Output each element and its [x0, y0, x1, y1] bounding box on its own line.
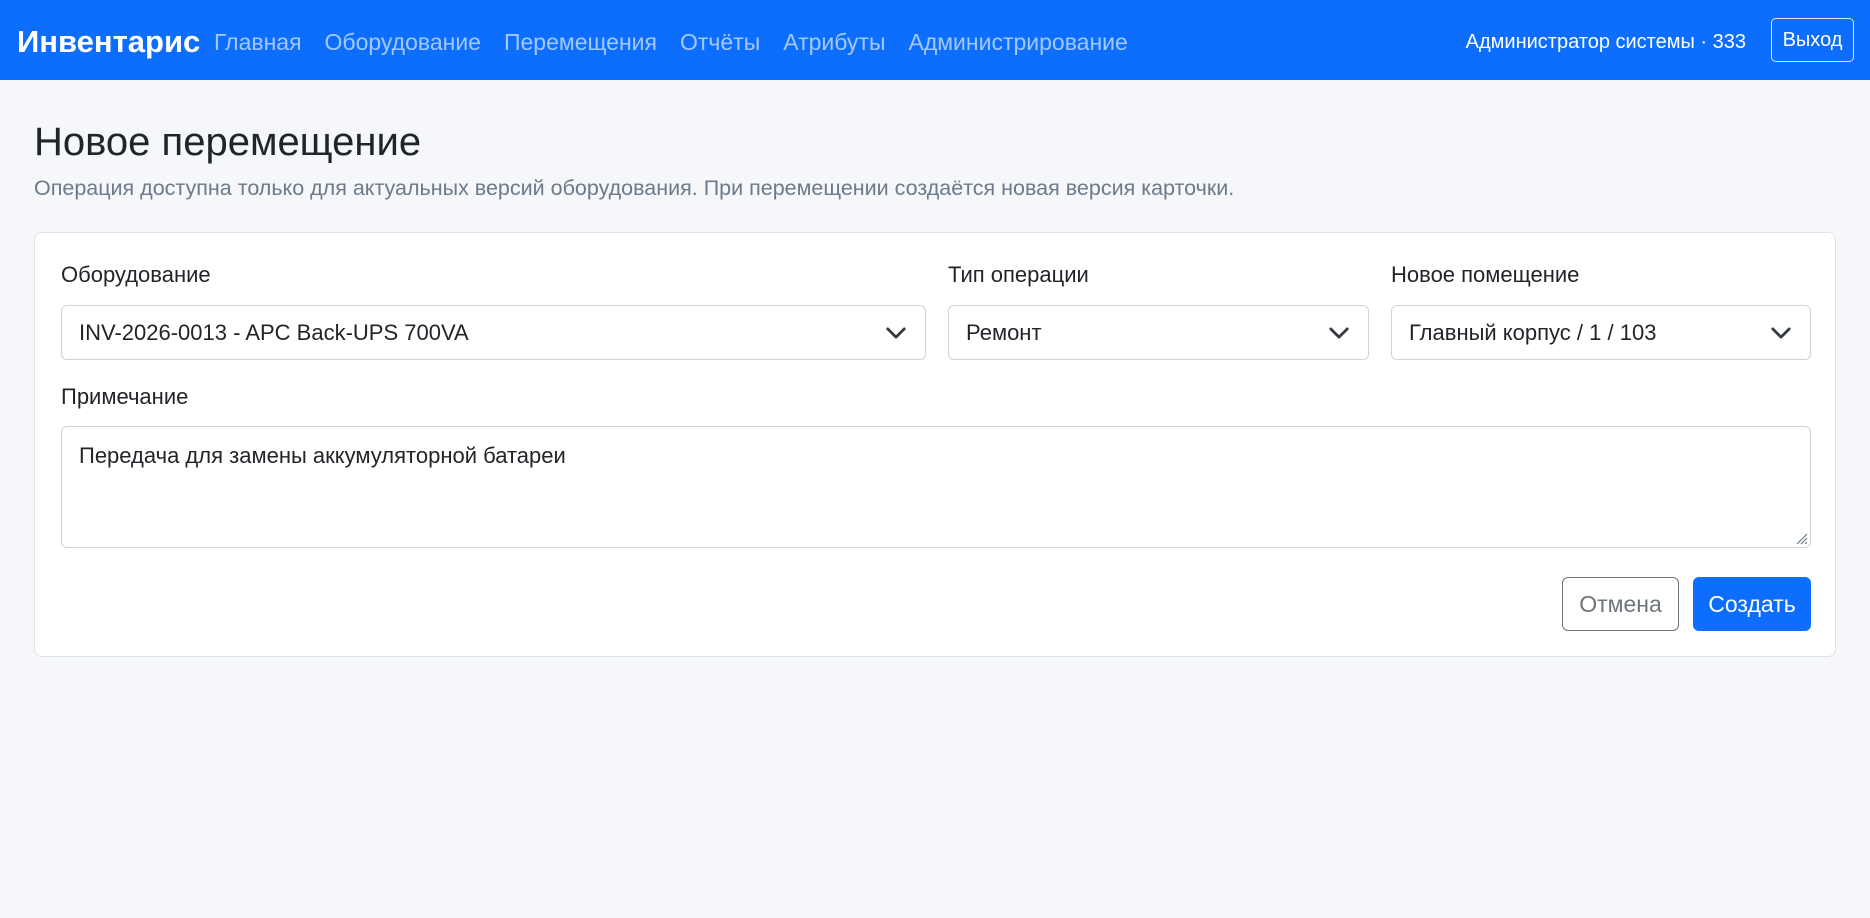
new-room-select[interactable]: Главный корпус / 1 / 103	[1391, 305, 1811, 360]
nav-link-reports[interactable]: Отчёты	[680, 24, 760, 60]
chevron-down-icon	[1329, 327, 1349, 339]
page-title: Новое перемещение	[34, 120, 422, 164]
equipment-select-value: INV-2026-0013 - APC Back-UPS 700VA	[79, 319, 469, 345]
brand-logo[interactable]: Инвентарис	[17, 22, 200, 62]
operation-type-label: Тип операции	[948, 262, 1089, 287]
chevron-down-icon	[1771, 327, 1791, 339]
create-button[interactable]: Создать	[1693, 577, 1811, 631]
nav-link-administration[interactable]: Администрирование	[908, 24, 1127, 60]
new-room-label: Новое помещение	[1391, 262, 1580, 287]
page-subtitle: Операция доступна только для актуальных …	[34, 176, 1235, 200]
chevron-down-icon	[886, 327, 906, 339]
operation-type-select[interactable]: Ремонт	[948, 305, 1369, 360]
nav-link-attributes[interactable]: Атрибуты	[783, 24, 885, 60]
equipment-select[interactable]: INV-2026-0013 - APC Back-UPS 700VA	[61, 305, 926, 360]
note-textarea[interactable]: Передача для замены аккумуляторной батар…	[61, 426, 1811, 548]
nav-link-transfers[interactable]: Перемещения	[504, 24, 657, 60]
cancel-button[interactable]: Отмена	[1562, 577, 1679, 631]
top-navbar: Инвентарис Главная Оборудование Перемеще…	[0, 0, 1870, 80]
note-textarea-value: Передача для замены аккумуляторной батар…	[79, 443, 566, 468]
operation-type-select-value: Ремонт	[966, 319, 1042, 345]
transfer-form-card: Оборудование INV-2026-0013 - APC Back-UP…	[34, 232, 1836, 657]
equipment-label: Оборудование	[61, 262, 211, 287]
note-label: Примечание	[61, 384, 189, 409]
current-user: Администратор системы · 333	[1465, 31, 1746, 53]
nav-link-home[interactable]: Главная	[214, 24, 302, 60]
nav-links: Главная Оборудование Перемещения Отчёты …	[214, 24, 1151, 60]
resize-grip-icon[interactable]	[1794, 531, 1808, 545]
logout-button[interactable]: Выход	[1771, 18, 1854, 62]
new-room-select-value: Главный корпус / 1 / 103	[1409, 319, 1657, 345]
nav-link-equipment[interactable]: Оборудование	[325, 24, 481, 60]
